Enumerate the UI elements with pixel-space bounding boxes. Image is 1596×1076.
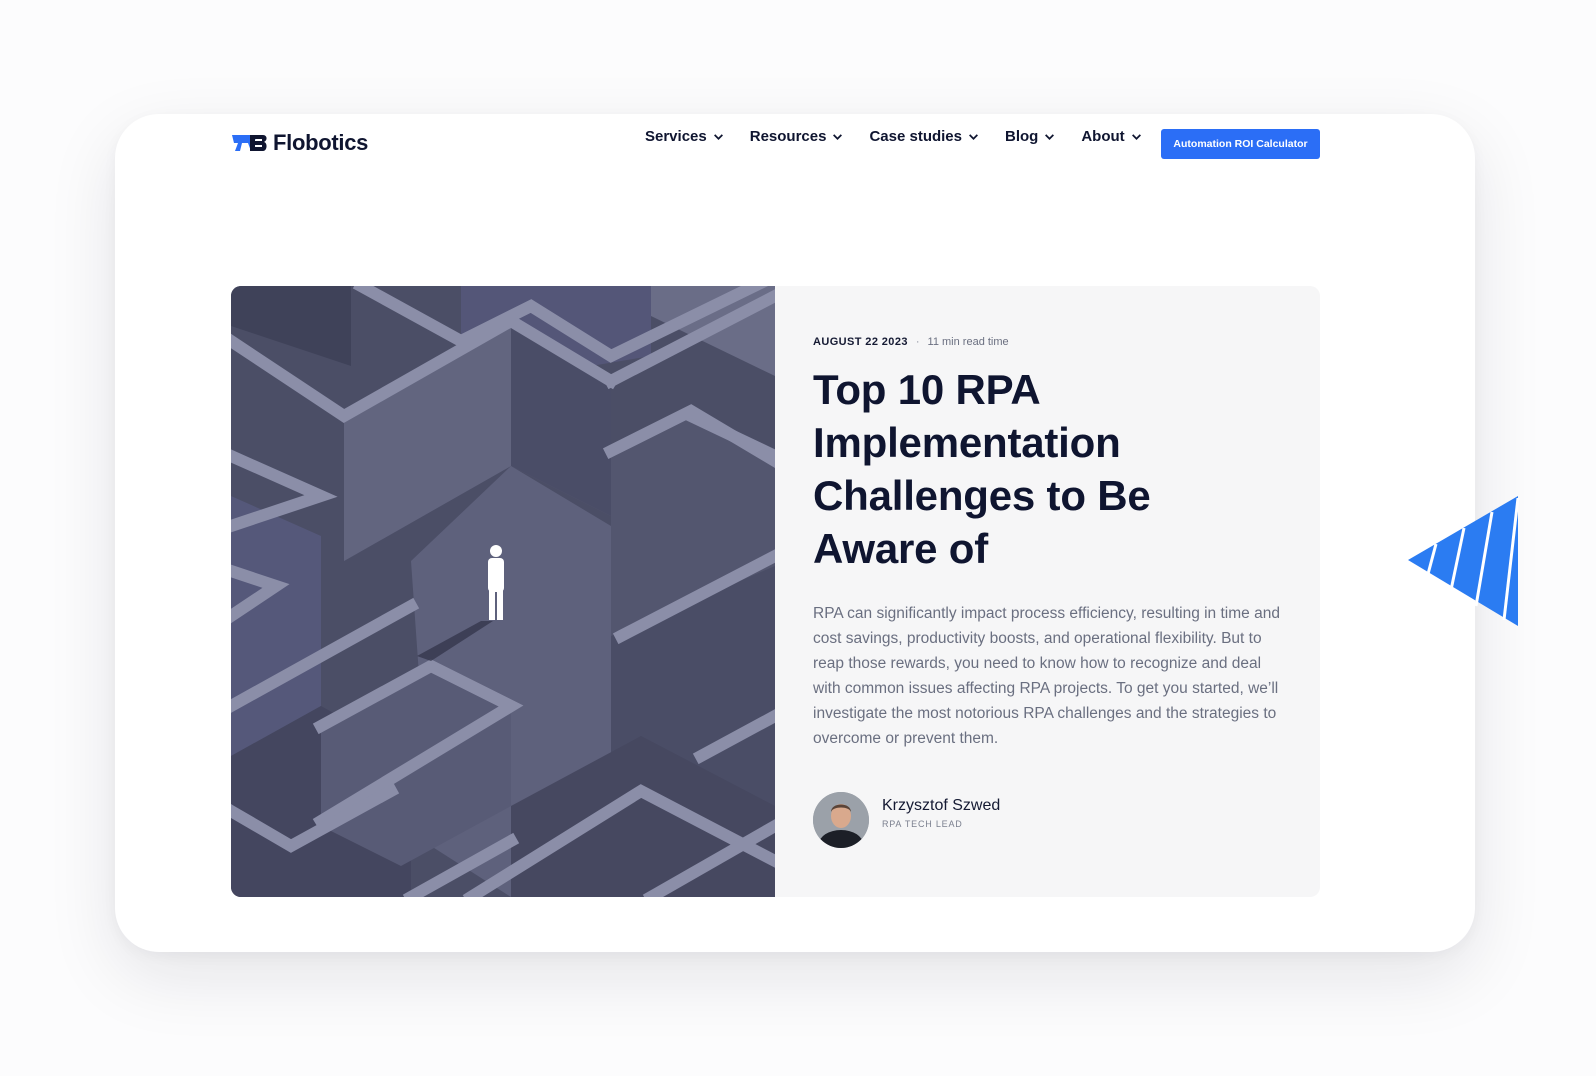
nav-label: Resources xyxy=(749,128,827,145)
nav-item-services[interactable]: Services xyxy=(645,128,724,145)
browser-card: Flobotics Services Resources Case studie… xyxy=(115,114,1475,952)
chevron-down-icon xyxy=(1045,134,1055,140)
logo-text: Flobotics xyxy=(273,130,369,155)
article-text: AUGUST 22 2023 · 11 min read time Top 10… xyxy=(813,336,1283,751)
featured-article[interactable]: AUGUST 22 2023 · 11 min read time Top 10… xyxy=(231,286,1320,897)
read-time: 11 min read time xyxy=(927,336,1009,348)
avatar xyxy=(813,792,869,848)
logo-icon xyxy=(232,135,267,151)
nav-item-about[interactable]: About xyxy=(1081,128,1141,145)
article-meta: AUGUST 22 2023 · 11 min read time xyxy=(813,336,1283,348)
meta-separator: · xyxy=(915,336,920,348)
author-name: Krzysztof Szwed xyxy=(882,797,1001,814)
blue-triangle-decoration xyxy=(1408,496,1520,626)
author-role: RPA TECH LEAD xyxy=(882,819,963,829)
chevron-down-icon xyxy=(833,134,843,140)
nav-label: About xyxy=(1081,128,1125,145)
main-nav: Services Resources Case studies Blog Abo… xyxy=(645,128,1168,145)
article-description: RPA can significantly impact process eff… xyxy=(813,605,1280,747)
nav-item-case-studies[interactable]: Case studies xyxy=(869,128,979,145)
nav-item-blog[interactable]: Blog xyxy=(1005,128,1055,145)
chevron-down-icon xyxy=(969,134,978,140)
article-date: AUGUST 22 2023 xyxy=(813,336,908,348)
avatar-photo xyxy=(813,792,869,848)
chevron-down-icon xyxy=(1131,134,1141,140)
chevron-down-icon xyxy=(713,134,723,140)
nav-label: Case studies xyxy=(869,128,962,145)
logo[interactable]: Flobotics xyxy=(231,130,368,156)
page-background: Flobotics Services Resources Case studie… xyxy=(0,0,1596,1076)
roi-calculator-button[interactable]: Automation ROI Calculator xyxy=(1161,129,1320,159)
author-info: Krzysztof Szwed RPA TECH LEAD xyxy=(882,797,1000,829)
nav-item-resources[interactable]: Resources xyxy=(750,128,844,145)
nav-label: Blog xyxy=(1005,128,1039,145)
nav-label: Services xyxy=(645,128,707,145)
author[interactable]: Krzysztof Szwed RPA TECH LEAD xyxy=(813,792,1000,848)
maze-illustration xyxy=(231,286,775,897)
article-title[interactable]: Top 10 RPA Implementation Challenges to … xyxy=(813,363,1283,575)
